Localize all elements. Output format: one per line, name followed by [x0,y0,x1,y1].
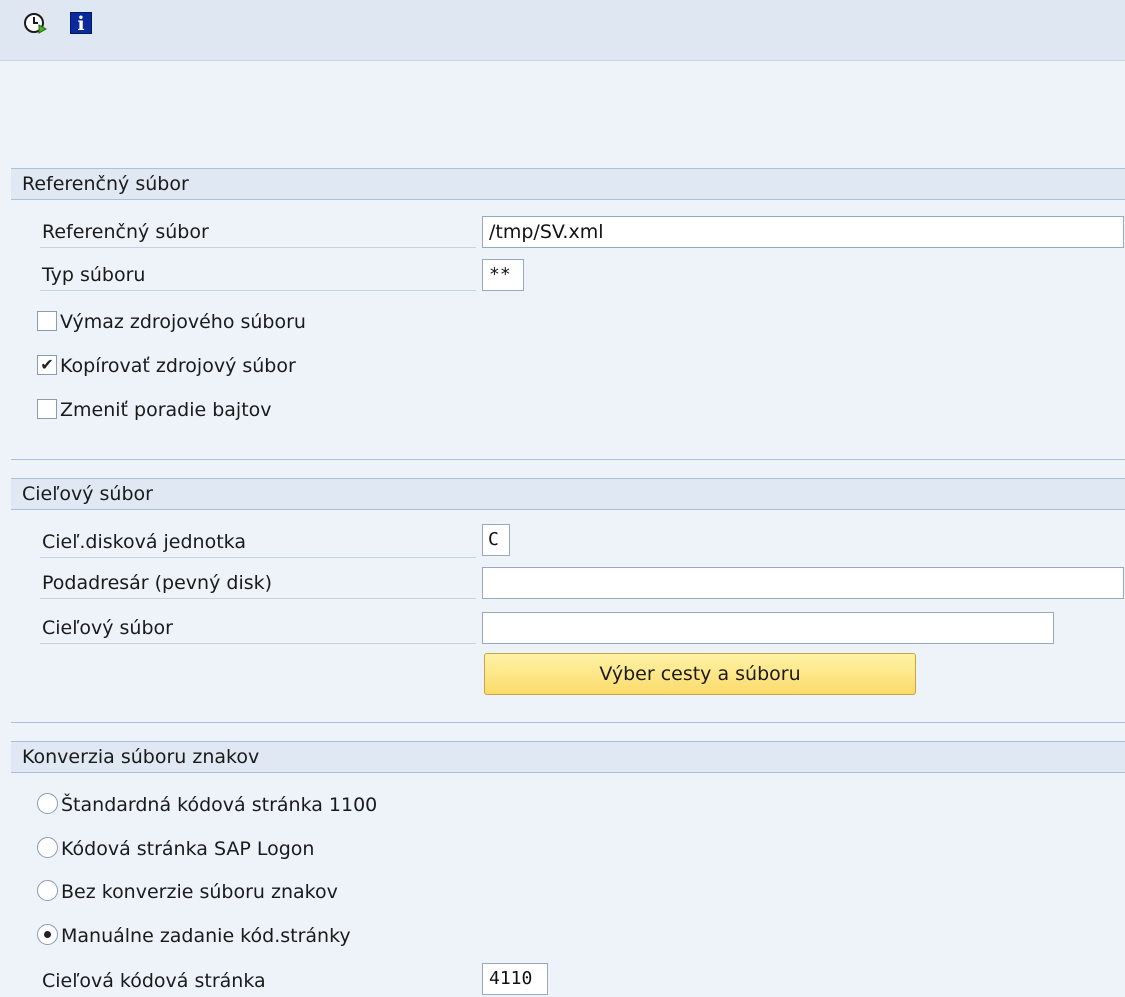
checkbox-box[interactable] [37,398,57,419]
checkbox-box[interactable] [37,310,57,331]
copy-source-checkbox[interactable]: ✔ Kopírovať zdrojový súbor [37,351,296,381]
application-toolbar: i [0,0,1125,61]
target-drive-input[interactable]: C [482,524,510,556]
radio-no-conversion[interactable]: Bez konverzie súboru znakov [37,877,338,907]
target-file-label: Cieľový súbor [40,612,476,644]
reference-file-input[interactable]: /tmp/SV.xml [482,216,1124,248]
radio-sap-logon-codepage[interactable]: Kódová stránka SAP Logon [37,834,314,864]
delete-source-checkbox[interactable]: Výmaz zdrojového súboru [37,307,306,337]
target-codepage-label: Cieľová kódová stránka [42,970,266,992]
subdirectory-input[interactable] [482,567,1124,599]
file-type-input[interactable]: ** [482,259,524,291]
delete-source-label: Výmaz zdrojového súboru [60,311,306,333]
radio-label: Bez konverzie súboru znakov [61,881,338,903]
copy-source-label: Kopírovať zdrojový súbor [60,355,296,377]
target-drive-label: Cieľ.disková jednotka [40,526,476,558]
radio-button[interactable] [37,880,58,901]
select-path-and-file-button[interactable]: Výber cesty a súboru [484,653,916,695]
change-byte-order-label: Zmeniť poradie bajtov [60,399,272,421]
group-title-target-file: Cieľový súbor [11,478,1125,510]
checkbox-box[interactable]: ✔ [37,354,57,375]
radio-button[interactable] [37,837,58,858]
group-divider [11,722,1125,723]
radio-standard-codepage[interactable]: Štandardná kódová stránka 1100 [37,790,377,820]
subdirectory-label: Podadresár (pevný disk) [40,567,476,599]
target-file-input[interactable] [482,612,1054,644]
target-codepage-input[interactable]: 4110 [482,963,548,995]
radio-label: Kódová stránka SAP Logon [61,838,315,860]
radio-label: Štandardná kódová stránka 1100 [61,794,378,816]
info-icon[interactable]: i [69,11,93,35]
radio-manual-codepage[interactable]: Manuálne zadanie kód.stránky [37,921,351,951]
radio-button[interactable] [37,793,58,814]
execute-icon[interactable] [23,11,48,35]
radio-button[interactable] [37,924,58,945]
radio-label: Manuálne zadanie kód.stránky [61,925,351,947]
group-title-charset-conversion: Konverzia súboru znakov [11,741,1125,773]
change-byte-order-checkbox[interactable]: Zmeniť poradie bajtov [37,395,272,425]
group-title-reference-file: Referenčný súbor [11,168,1125,200]
reference-file-label: Referenčný súbor [40,216,476,248]
file-type-label: Typ súboru [40,259,476,291]
group-divider [11,459,1125,460]
